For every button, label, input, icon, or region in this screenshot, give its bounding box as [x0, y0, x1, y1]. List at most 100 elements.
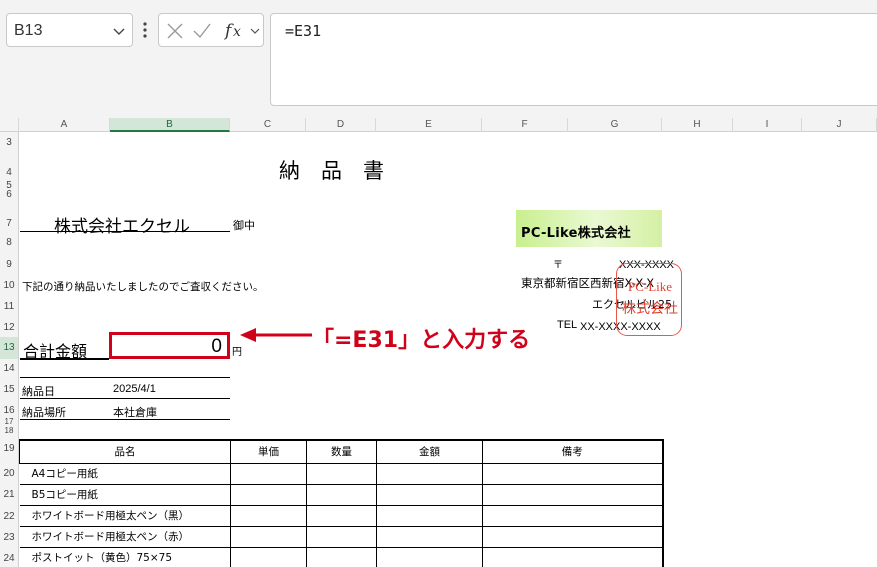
quantity-cell[interactable] [306, 546, 377, 567]
row-header-17[interactable]: 17 [0, 417, 18, 426]
name-box-value[interactable]: B13 [14, 22, 42, 40]
row-header-16[interactable]: 16 [0, 405, 18, 416]
formula-input[interactable]: =E31 [270, 13, 877, 106]
place-underline [20, 419, 230, 420]
row-header-14[interactable]: 14 [0, 363, 18, 374]
row-header-19[interactable]: 19 [0, 443, 18, 454]
item-name-cell[interactable]: ポストイット（黄色）75×75 [19, 546, 231, 567]
company-seal: PC-Like 株式会社 [616, 263, 682, 336]
column-header-c[interactable]: C [230, 118, 306, 132]
company-logo: PC-Like株式会社 [516, 210, 662, 247]
row-header-15[interactable]: 15 [0, 384, 18, 395]
amount-cell[interactable] [376, 462, 483, 485]
customer-underline [20, 231, 230, 232]
formula-buttons: f x [158, 13, 264, 47]
chevron-down-icon[interactable] [111, 23, 127, 39]
column-header-e[interactable]: E [376, 118, 482, 132]
row-header-13[interactable]: 13 [0, 337, 18, 359]
formula-bar-area: B13 f x =E31 [0, 0, 877, 118]
column-header-d[interactable]: D [306, 118, 376, 132]
more-options-icon[interactable] [141, 20, 149, 40]
remarks-cell[interactable] [482, 504, 664, 527]
header-item-name[interactable]: 品名 [19, 439, 231, 464]
header-unit-price[interactable]: 単価 [230, 439, 307, 464]
date-topline [20, 377, 230, 378]
row-header-23[interactable]: 23 [0, 532, 18, 543]
column-header-a[interactable]: A [19, 118, 110, 132]
remarks-cell[interactable] [482, 525, 664, 548]
document-title: 納品書 [279, 159, 405, 183]
delivery-message: 下記の通り納品いたしましたのでご査収ください。 [22, 281, 264, 293]
name-box[interactable]: B13 [6, 13, 133, 47]
table-row: A4コピー用紙 [19, 462, 664, 485]
enter-check-icon[interactable] [192, 22, 212, 40]
column-header-f[interactable]: F [482, 118, 568, 132]
row-header-6[interactable]: 6 [0, 189, 18, 200]
delivery-place-value: 本社倉庫 [113, 406, 157, 419]
table-row: B5コピー用紙 [19, 483, 664, 506]
row-header-9[interactable]: 9 [0, 259, 18, 270]
insert-function-icon[interactable]: f x [223, 19, 247, 41]
row-header-21[interactable]: 21 [0, 489, 18, 500]
delivery-date-label: 納品日 [22, 385, 55, 398]
seal-line-2: 株式会社 [622, 301, 678, 317]
remarks-cell[interactable] [482, 462, 664, 485]
amount-cell[interactable] [376, 504, 483, 527]
svg-text:x: x [233, 24, 241, 40]
item-name-cell[interactable]: B5コピー用紙 [19, 483, 231, 506]
item-name-cell[interactable]: ホワイトボード用極太ペン（赤） [19, 525, 231, 548]
column-header-j[interactable]: J [802, 118, 877, 132]
header-remarks[interactable]: 備考 [482, 439, 664, 464]
row-header-20[interactable]: 20 [0, 468, 18, 479]
select-all-corner[interactable] [0, 118, 19, 132]
unit-price-cell[interactable] [230, 525, 307, 548]
row-header-22[interactable]: 22 [0, 511, 18, 522]
unit-price-cell[interactable] [230, 462, 307, 485]
amount-cell[interactable] [376, 483, 483, 506]
items-table: 品名 単価 数量 金額 備考 A4コピー用紙 B5コピー用紙 ホワイトボード用極… [19, 439, 664, 567]
table-row: ホワイトボード用極太ペン（黒） [19, 504, 664, 527]
remarks-cell[interactable] [482, 546, 664, 567]
column-header-h[interactable]: H [662, 118, 733, 132]
row-header-8[interactable]: 8 [0, 237, 18, 248]
column-header-g[interactable]: G [568, 118, 662, 132]
row-header-3[interactable]: 3 [0, 137, 18, 148]
unit-price-cell[interactable] [230, 504, 307, 527]
formula-text[interactable]: =E31 [285, 22, 321, 40]
amount-cell[interactable] [376, 546, 483, 567]
row-header-4[interactable]: 4 [0, 167, 18, 178]
row-header-11[interactable]: 11 [0, 301, 18, 312]
unit-price-cell[interactable] [230, 483, 307, 506]
delivery-date-value: 2025/4/1 [113, 383, 156, 395]
quantity-cell[interactable] [306, 504, 377, 527]
callout-arrow-icon [240, 328, 312, 342]
column-header-i[interactable]: I [733, 118, 802, 132]
row-header-12[interactable]: 12 [0, 322, 18, 333]
quantity-cell[interactable] [306, 483, 377, 506]
column-header-b[interactable]: B [110, 118, 230, 132]
unit-price-cell[interactable] [230, 546, 307, 567]
instruction-callout: 「=E31」と入力する [312, 328, 531, 353]
item-name-cell[interactable]: ホワイトボード用極太ペン（黒） [19, 504, 231, 527]
cancel-icon[interactable] [166, 22, 184, 40]
total-underline [20, 358, 109, 360]
quantity-cell[interactable] [306, 462, 377, 485]
amount-cell[interactable] [376, 525, 483, 548]
selected-cell-b13[interactable]: 0 [109, 332, 230, 359]
item-name-cell[interactable]: A4コピー用紙 [19, 462, 231, 485]
row-header-24[interactable]: 24 [0, 553, 18, 564]
table-header-row: 品名 単価 数量 金額 備考 [19, 439, 664, 464]
table-row: ポストイット（黄色）75×75 [19, 546, 664, 567]
quantity-cell[interactable] [306, 525, 377, 548]
seal-line-1: PC-Like [627, 279, 673, 294]
header-amount[interactable]: 金額 [376, 439, 483, 464]
row-header-7[interactable]: 7 [0, 218, 18, 229]
total-value[interactable]: 0 [211, 336, 222, 358]
total-unit: 円 [232, 347, 242, 358]
customer-name: 株式会社エクセル [54, 217, 190, 237]
remarks-cell[interactable] [482, 483, 664, 506]
chevron-down-icon[interactable] [249, 25, 261, 37]
row-header-10[interactable]: 10 [0, 280, 18, 291]
header-quantity[interactable]: 数量 [306, 439, 377, 464]
row-header-18[interactable]: 18 [0, 426, 18, 435]
